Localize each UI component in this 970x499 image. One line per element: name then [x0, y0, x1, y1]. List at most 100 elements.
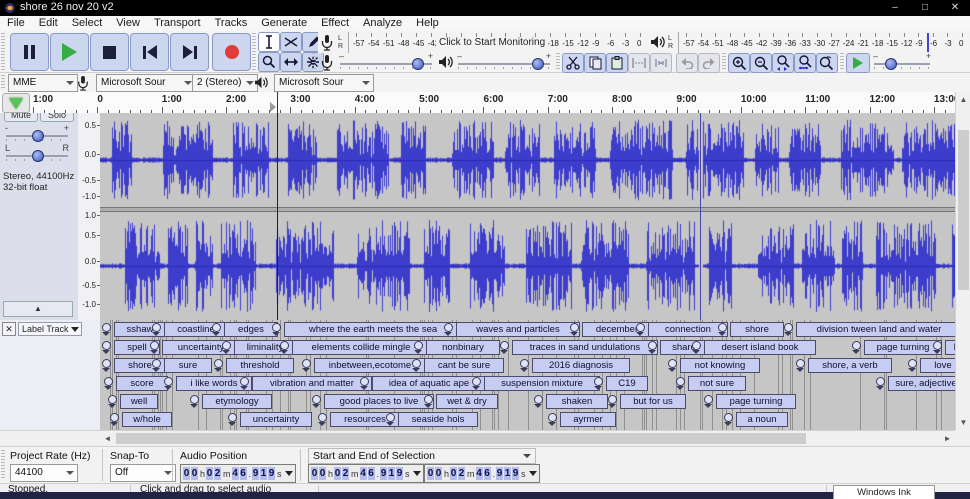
label-handle[interactable] — [190, 395, 199, 404]
trim-audio-button[interactable] — [628, 53, 650, 73]
mute-button[interactable]: Mute — [4, 113, 38, 122]
pinned-play-head-button[interactable] — [2, 93, 30, 113]
time-digit[interactable]: 6 — [240, 467, 247, 480]
field-dropdown-icon[interactable] — [413, 471, 421, 476]
label[interactable]: shore — [730, 322, 784, 337]
label[interactable]: desert island book — [704, 340, 816, 355]
silence-audio-button[interactable] — [650, 53, 672, 73]
label-handle[interactable] — [594, 377, 603, 386]
label-handle[interactable] — [444, 323, 453, 332]
horizontal-scrollbar-thumb[interactable] — [116, 433, 806, 444]
label-handle[interactable] — [424, 395, 433, 404]
recording-meter[interactable]: L R -57-54-51-48-45-42-39-36-33-30-27-24… — [318, 32, 644, 53]
undo-button[interactable] — [676, 53, 698, 73]
label[interactable]: 2016 diagnosis — [532, 358, 630, 373]
label[interactable]: be — [945, 340, 955, 355]
waveform-right-channel[interactable] — [100, 210, 955, 320]
zoom-fit-button[interactable] — [794, 53, 816, 73]
audio-host-select[interactable]: MME — [8, 74, 78, 92]
time-digit[interactable]: 0 — [427, 467, 434, 480]
label[interactable]: wet & dry — [436, 394, 498, 409]
label[interactable]: good places to live — [324, 394, 434, 409]
label[interactable]: idea of aquatic ape — [372, 376, 486, 391]
label[interactable]: w/hole — [122, 412, 172, 427]
time-digit[interactable]: 1 — [504, 467, 511, 480]
label-handle[interactable] — [152, 359, 161, 368]
label-handle[interactable] — [102, 341, 111, 350]
menu-select[interactable]: Select — [65, 16, 110, 30]
label-handle[interactable] — [876, 377, 885, 386]
playback-volume-slider[interactable]: –+ — [458, 55, 550, 71]
vertical-ruler[interactable]: 0.50.0-0.5-1.01.00.50.0-0.5-1.0 — [78, 113, 101, 321]
field-dropdown-icon[interactable] — [529, 471, 537, 476]
label[interactable]: sure — [164, 358, 212, 373]
label[interactable]: shore, a verb — [808, 358, 892, 373]
label-handle[interactable] — [500, 341, 509, 350]
gain-thumb[interactable] — [32, 130, 44, 142]
label[interactable]: seaside hols — [398, 412, 478, 427]
label-handle[interactable] — [636, 323, 645, 332]
label-handle[interactable] — [104, 377, 113, 386]
envelope-tool-button[interactable] — [280, 32, 302, 52]
play-button[interactable] — [50, 33, 89, 71]
time-digit[interactable]: 6 — [484, 467, 491, 480]
stop-button[interactable] — [90, 33, 129, 71]
label[interactable]: page turning — [864, 340, 942, 355]
label[interactable]: not sure — [688, 376, 746, 391]
redo-button[interactable] — [698, 53, 720, 73]
label-handle[interactable] — [360, 377, 369, 386]
label[interactable]: a noun — [736, 412, 788, 427]
record-button[interactable] — [212, 33, 251, 71]
label-handle[interactable] — [520, 359, 529, 368]
time-digit[interactable]: 9 — [380, 467, 387, 480]
vertical-scrollbar[interactable]: ▲ ▼ — [955, 92, 970, 430]
device-grip[interactable] — [1, 75, 5, 90]
label-handle[interactable] — [784, 323, 793, 332]
scroll-down-icon[interactable]: ▼ — [956, 415, 970, 430]
label[interactable]: ayrmer — [560, 412, 616, 427]
edit-grip[interactable] — [556, 53, 560, 70]
label[interactable]: edges — [224, 322, 278, 337]
time-digit[interactable]: 0 — [206, 467, 213, 480]
time-digit[interactable]: 9 — [496, 467, 503, 480]
label[interactable]: threshold — [226, 358, 294, 373]
time-digit[interactable]: 0 — [450, 467, 457, 480]
label[interactable]: waves and particles — [456, 322, 580, 337]
label-handle[interactable] — [570, 323, 579, 332]
label[interactable]: vibration and matter — [252, 376, 372, 391]
menu-transport[interactable]: Transport — [147, 16, 208, 30]
recording-volume-slider[interactable]: –+ — [340, 55, 432, 71]
zoom-grip[interactable] — [722, 53, 726, 70]
zoom-out-button[interactable] — [750, 53, 772, 73]
minimize-button[interactable]: – — [880, 0, 910, 16]
horizontal-scrollbar[interactable]: ◄ ► — [100, 430, 955, 447]
menu-file[interactable]: File — [0, 16, 32, 30]
playback-meter[interactable]: L R -57-54-51-48-45-42-39-36-33-30-27-24… — [648, 32, 966, 53]
label-handle[interactable] — [318, 413, 327, 422]
time-digit[interactable]: 4 — [232, 467, 239, 480]
zoom-tool-button[interactable] — [258, 52, 280, 72]
time-digit[interactable]: 1 — [260, 467, 267, 480]
close-track-icon[interactable]: ✕ — [2, 322, 16, 336]
label[interactable]: elements collide mingle — [292, 340, 430, 355]
label-handle[interactable] — [212, 323, 221, 332]
label-handle[interactable] — [676, 377, 685, 386]
skip-to-start-button[interactable] — [130, 33, 169, 71]
time-digit[interactable]: 2 — [458, 467, 465, 480]
time-digit[interactable]: 2 — [214, 467, 221, 480]
label-handle[interactable] — [102, 323, 111, 332]
timeshift-tool-button[interactable] — [280, 52, 302, 72]
waveform-left-channel[interactable] — [100, 113, 955, 207]
toolbar-grip[interactable] — [1, 33, 5, 71]
label-handle[interactable] — [150, 341, 159, 350]
time-digit[interactable]: 6 — [368, 467, 375, 480]
time-digit[interactable]: 9 — [396, 467, 403, 480]
label[interactable]: sure, adjective — [888, 376, 955, 391]
time-digit[interactable]: 0 — [319, 467, 326, 480]
time-digit[interactable]: 0 — [191, 467, 198, 480]
menu-edit[interactable]: Edit — [32, 16, 65, 30]
speed-grip[interactable] — [840, 53, 844, 70]
label-handle[interactable] — [414, 341, 423, 350]
label[interactable]: score — [116, 376, 168, 391]
label-handle[interactable] — [110, 413, 119, 422]
